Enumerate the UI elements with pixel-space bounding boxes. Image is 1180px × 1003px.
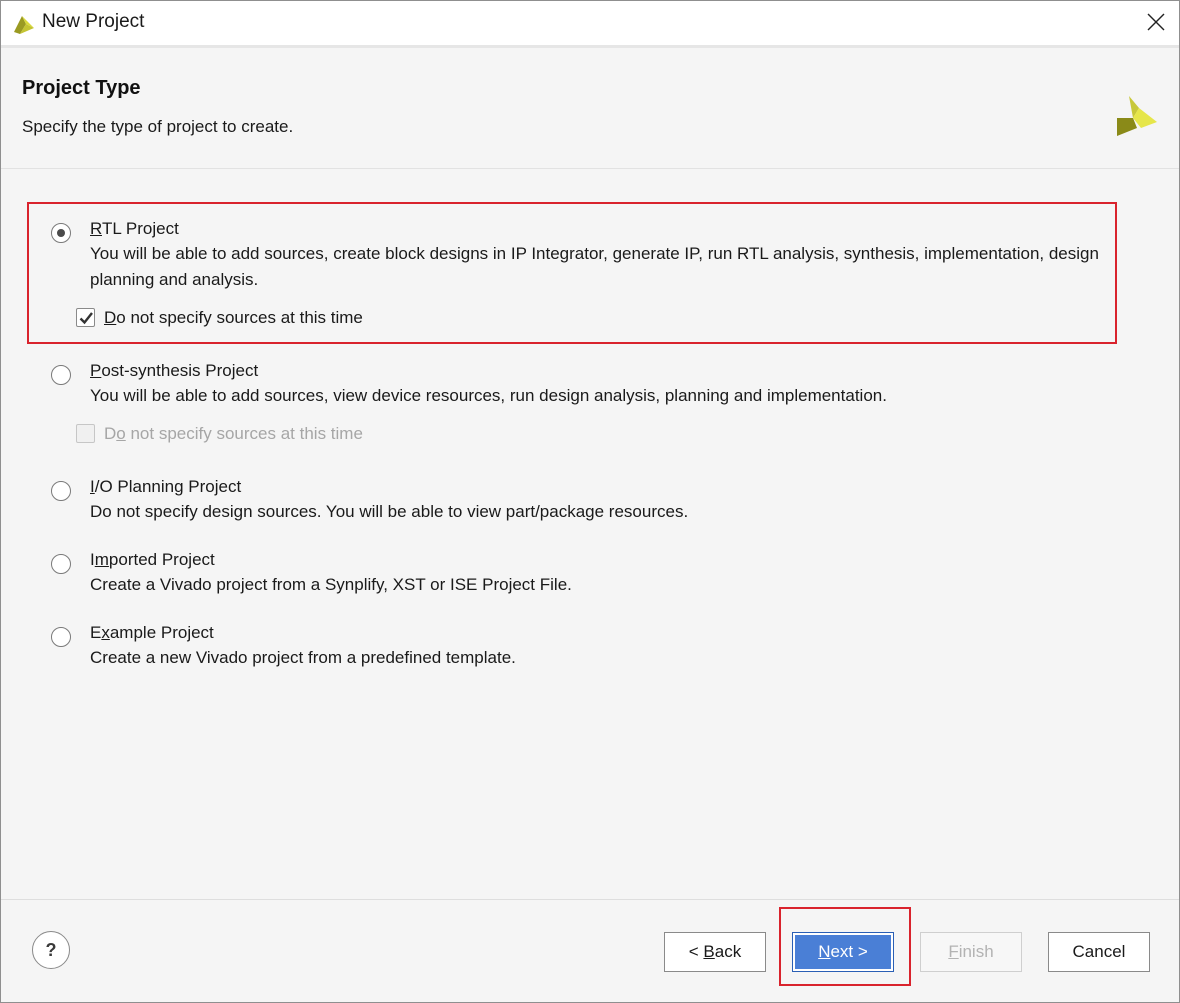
mnemonic-char: F [948, 942, 959, 961]
help-button[interactable]: ? [32, 931, 70, 969]
post-synthesis-no-sources-label: Do not specify sources at this time [104, 424, 363, 444]
new-project-dialog: New Project Project Type Specify the typ… [0, 0, 1180, 1003]
label-text: ample Project [109, 623, 214, 642]
io-planning-project-label[interactable]: I/O Planning Project [90, 477, 241, 497]
io-planning-project-radio[interactable] [51, 481, 71, 501]
rtl-project-highlight-box [27, 202, 1117, 344]
label-text: ost-synthesis Project [101, 361, 259, 380]
mnemonic-char: N [818, 942, 831, 961]
label-text: not specify sources at this time [125, 424, 363, 443]
page-subtitle: Specify the type of project to create. [22, 117, 294, 136]
help-icon: ? [45, 940, 57, 960]
label-text: ack [714, 942, 742, 961]
label-text: D [104, 424, 117, 443]
imported-project-description: Create a Vivado project from a Synplify,… [90, 575, 572, 594]
window-title: New Project [42, 11, 145, 32]
title-bar: New Project [1, 1, 1179, 45]
mnemonic-char: B [703, 942, 715, 961]
close-button[interactable] [1133, 1, 1179, 45]
back-button[interactable]: < Back [664, 932, 766, 972]
cancel-button[interactable]: Cancel [1048, 932, 1150, 972]
mnemonic-char: P [90, 361, 102, 380]
close-icon [1147, 13, 1165, 31]
header-separator [1, 168, 1179, 169]
mnemonic-char: x [101, 623, 110, 642]
post-synthesis-project-description: You will be able to add sources, view de… [90, 386, 887, 405]
vivado-logo-icon [14, 16, 34, 34]
label-text: E [90, 623, 102, 642]
post-synthesis-project-label[interactable]: Post-synthesis Project [90, 361, 258, 381]
post-synthesis-no-sources-checkbox [76, 424, 95, 443]
label-text: ported Project [108, 550, 215, 569]
label-text: inish [958, 942, 994, 961]
label-text: < [688, 942, 704, 961]
example-project-radio[interactable] [51, 627, 71, 647]
imported-project-radio[interactable] [51, 554, 71, 574]
imported-project-label[interactable]: Imported Project [90, 550, 215, 570]
page-title: Project Type [22, 77, 141, 99]
finish-button: Finish [920, 932, 1022, 972]
example-project-description: Create a new Vivado project from a prede… [90, 648, 516, 667]
mnemonic-char: m [94, 550, 109, 569]
label-text: ext > [830, 942, 868, 961]
mnemonic-char: o [116, 424, 126, 443]
next-button[interactable]: Next > [792, 932, 894, 972]
io-planning-project-description: Do not specify design sources. You will … [90, 502, 689, 521]
wizard-header: Project Type Specify the type of project… [1, 48, 1179, 168]
post-synthesis-project-radio[interactable] [51, 365, 71, 385]
footer-separator [1, 899, 1179, 900]
example-project-label[interactable]: Example Project [90, 623, 214, 643]
label-text: /O Planning Project [94, 477, 242, 496]
vivado-logo-icon [1117, 96, 1157, 136]
